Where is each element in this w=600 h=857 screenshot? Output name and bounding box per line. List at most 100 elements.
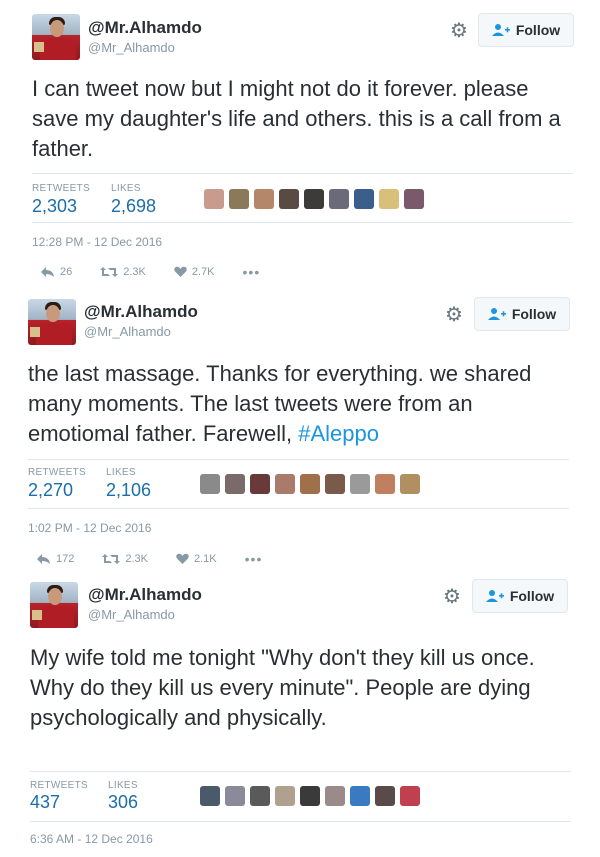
retweet-button[interactable]: 2.3K <box>100 266 146 278</box>
divider <box>30 771 571 772</box>
divider <box>32 173 573 174</box>
liker-avatar[interactable] <box>254 189 274 209</box>
liker-avatar[interactable] <box>250 474 270 494</box>
avatar[interactable] <box>28 299 76 345</box>
divider <box>32 222 573 223</box>
liker-avatar[interactable] <box>350 786 370 806</box>
liker-avatar[interactable] <box>375 786 395 806</box>
handle[interactable]: @Mr_Alhamdo <box>88 40 175 55</box>
display-name[interactable]: @Mr.Alhamdo <box>84 302 198 322</box>
divider <box>30 821 571 822</box>
like-button[interactable]: 2.1K <box>176 553 217 565</box>
tweet-text-body: I can tweet now but I might not do it fo… <box>32 76 561 161</box>
timestamp[interactable]: 12:28 PM - 12 Dec 2016 <box>32 235 162 249</box>
liker-avatar[interactable] <box>304 189 324 209</box>
reply-icon <box>41 267 54 277</box>
liker-avatar[interactable] <box>375 474 395 494</box>
follow-person-icon <box>491 24 510 36</box>
retweets-count[interactable]: 437 <box>30 792 60 813</box>
liker-avatar[interactable] <box>350 474 370 494</box>
likes-label: LIKES <box>111 183 141 194</box>
retweet-button[interactable]: 2.3K <box>102 553 148 565</box>
reply-count: 26 <box>60 266 73 278</box>
follow-button[interactable]: Follow <box>478 13 574 47</box>
divider <box>28 508 569 509</box>
avatar[interactable] <box>30 582 78 628</box>
liker-avatar[interactable] <box>275 786 295 806</box>
liker-avatar[interactable] <box>300 474 320 494</box>
liker-avatars <box>200 474 420 494</box>
timestamp[interactable]: 1:02 PM - 12 Dec 2016 <box>28 521 151 535</box>
avatar[interactable] <box>32 14 80 60</box>
liker-avatars <box>204 189 424 209</box>
tweet-3: @Mr.Alhamdo @Mr_Alhamdo ⚙ Follow My wife… <box>0 568 600 857</box>
tweet-text-body: the last massage. Thanks for everything.… <box>28 361 532 446</box>
follow-label: Follow <box>511 306 557 322</box>
liker-avatar[interactable] <box>325 474 345 494</box>
liker-avatar[interactable] <box>329 189 349 209</box>
handle[interactable]: @Mr_Alhamdo <box>84 324 171 339</box>
liker-avatar[interactable] <box>379 189 399 209</box>
liker-avatar[interactable] <box>250 786 270 806</box>
liker-avatar[interactable] <box>225 474 245 494</box>
handle[interactable]: @Mr_Alhamdo <box>88 607 175 622</box>
hashtag-link[interactable]: #Aleppo <box>298 421 379 446</box>
follow-button[interactable]: Follow <box>472 579 568 613</box>
liker-avatar[interactable] <box>354 189 374 209</box>
retweet-count: 2.3K <box>123 266 146 278</box>
gear-icon[interactable]: ⚙ <box>441 586 463 608</box>
liker-avatar[interactable] <box>204 189 224 209</box>
timestamp[interactable]: 6:36 AM - 12 Dec 2016 <box>30 832 153 846</box>
liker-avatar[interactable] <box>300 786 320 806</box>
tweet-text: My wife told me tonight "Why don't they … <box>30 643 570 733</box>
follow-person-icon <box>487 308 506 320</box>
likes-label: LIKES <box>108 780 138 791</box>
likes-count[interactable]: 2,698 <box>111 196 156 217</box>
likes-count[interactable]: 2,106 <box>106 480 151 501</box>
reply-button[interactable]: 172 <box>36 553 74 565</box>
tweet-text: the last massage. Thanks for everything.… <box>28 359 568 449</box>
like-count: 2.1K <box>194 553 217 565</box>
follow-label: Follow <box>509 588 555 604</box>
likes-label: LIKES <box>106 467 136 478</box>
retweet-count: 2.3K <box>125 553 148 565</box>
divider <box>28 459 569 460</box>
gear-icon[interactable]: ⚙ <box>448 20 470 42</box>
reply-icon <box>37 554 50 564</box>
retweets-label: RETWEETS <box>28 467 86 478</box>
tweet-text-body: My wife told me tonight "Why don't they … <box>30 645 535 730</box>
tweet-text: I can tweet now but I might not do it fo… <box>32 74 572 164</box>
liker-avatar[interactable] <box>200 474 220 494</box>
retweets-label: RETWEETS <box>32 183 90 194</box>
more-icon[interactable]: ••• <box>243 264 261 280</box>
heart-icon <box>176 553 189 564</box>
more-icon[interactable]: ••• <box>245 551 263 567</box>
tweet-1: @Mr.Alhamdo @Mr_Alhamdo ⚙ Follow I can t… <box>0 0 600 285</box>
action-bar: 172 2.3K 2.1K ••• <box>36 551 262 567</box>
liker-avatar[interactable] <box>404 189 424 209</box>
reply-count: 172 <box>56 553 75 565</box>
retweets-count[interactable]: 2,270 <box>28 480 73 501</box>
display-name[interactable]: @Mr.Alhamdo <box>88 18 202 38</box>
liker-avatars <box>200 786 420 806</box>
retweet-icon <box>100 267 119 277</box>
retweets-count[interactable]: 2,303 <box>32 196 77 217</box>
likes-count[interactable]: 306 <box>108 792 138 813</box>
liker-avatar[interactable] <box>229 189 249 209</box>
gear-icon[interactable]: ⚙ <box>443 304 465 326</box>
follow-label: Follow <box>515 22 561 38</box>
liker-avatar[interactable] <box>325 786 345 806</box>
liker-avatar[interactable] <box>400 474 420 494</box>
reply-button[interactable]: 26 <box>40 266 72 278</box>
liker-avatar[interactable] <box>400 786 420 806</box>
liker-avatar[interactable] <box>225 786 245 806</box>
liker-avatar[interactable] <box>275 474 295 494</box>
retweets-label: RETWEETS <box>30 780 88 791</box>
liker-avatar[interactable] <box>279 189 299 209</box>
action-bar: 26 2.3K 2.7K ••• <box>40 264 260 280</box>
tweet-2: @Mr.Alhamdo @Mr_Alhamdo ⚙ Follow the las… <box>0 285 600 568</box>
display-name[interactable]: @Mr.Alhamdo <box>88 585 202 605</box>
liker-avatar[interactable] <box>200 786 220 806</box>
follow-button[interactable]: Follow <box>474 297 570 331</box>
like-button[interactable]: 2.7K <box>174 266 215 278</box>
